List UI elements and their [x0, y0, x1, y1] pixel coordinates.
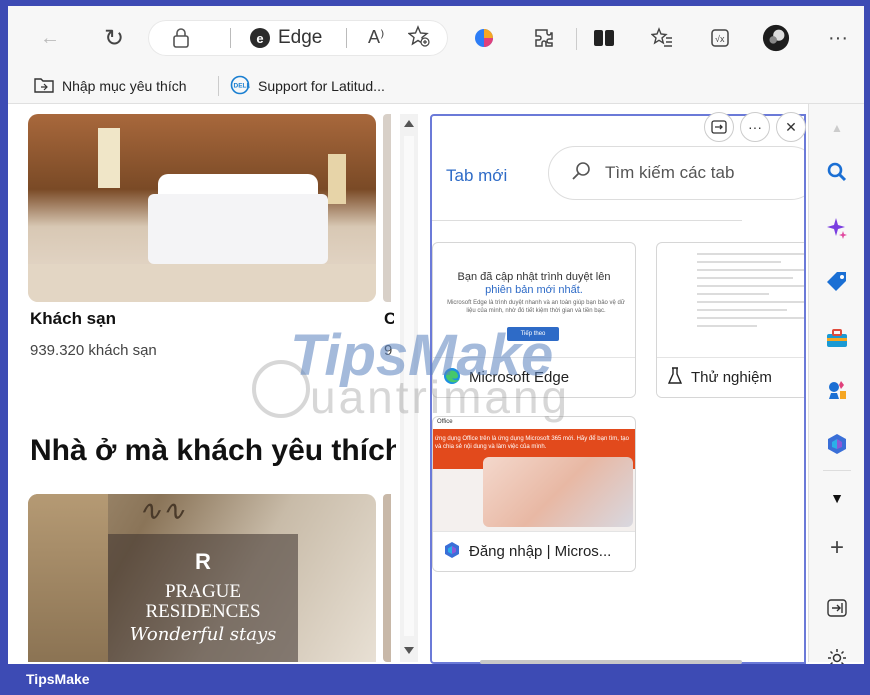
- floor-shape: [28, 264, 376, 302]
- collections-icon[interactable]: √x: [706, 24, 734, 52]
- watermark-brand-secondary: uantrimang: [310, 371, 571, 423]
- sidebar-scroll-down-icon[interactable]: ▼: [823, 484, 851, 512]
- edge-sidebar: ▲ ▼ +: [808, 104, 864, 667]
- scroll-down-icon[interactable]: [404, 647, 414, 654]
- bed-shape: [148, 194, 328, 264]
- scroll-up-icon[interactable]: [404, 120, 414, 127]
- panel-divider: [432, 220, 742, 221]
- frame-border-left: [0, 0, 8, 695]
- favorites-separator: [218, 76, 219, 96]
- hotel-image[interactable]: [28, 114, 376, 302]
- map-wall-shape: [28, 494, 108, 662]
- more-icon[interactable]: ···: [824, 24, 852, 52]
- tab-preview-content: [697, 253, 804, 353]
- add-icon[interactable]: +: [823, 534, 851, 562]
- import-folder-icon: [34, 76, 54, 97]
- address-separator: [346, 28, 347, 48]
- favorites-icon[interactable]: [648, 24, 676, 52]
- tab-search-placeholder: Tìm kiếm các tab: [605, 163, 735, 182]
- next-card-image-edge[interactable]: [383, 494, 391, 662]
- svg-text:√x: √x: [715, 34, 725, 44]
- address-bar[interactable]: e Edge A⁾: [148, 20, 448, 56]
- panel-more-icon[interactable]: ···: [740, 112, 770, 142]
- import-favorites-item[interactable]: Nhập mục yêu thích: [34, 74, 187, 98]
- import-favorites-label: Nhập mục yêu thích: [62, 78, 187, 94]
- games-icon[interactable]: [823, 376, 851, 404]
- sidebar-scroll-up-icon[interactable]: ▲: [823, 114, 851, 142]
- edge-icon: e: [250, 28, 270, 48]
- tab-card-footer[interactable]: Đăng nhập | Micros...: [433, 531, 635, 571]
- flask-icon: [667, 366, 683, 389]
- toolbar-separator: [576, 28, 577, 50]
- footer-bar: TipsMake: [0, 664, 870, 695]
- tab-search-input[interactable]: Tìm kiếm các tab: [548, 146, 804, 200]
- lock-icon[interactable]: [172, 28, 190, 53]
- tab-card-footer[interactable]: Thử nghiệm: [657, 357, 804, 397]
- microsoft365-icon: [443, 541, 461, 563]
- add-favorite-icon[interactable]: [407, 25, 430, 53]
- chandelier-shape: ∿∿: [138, 494, 185, 527]
- tab-preview-banner-text: ứng dụng Office trên là ứng dụng Microso…: [435, 436, 629, 450]
- tab-preview-line: Bạn đã cập nhật trình duyệt lên: [457, 271, 611, 283]
- frame-border-right: [864, 0, 870, 695]
- profile-avatar[interactable]: [762, 24, 790, 52]
- prague-residences-image[interactable]: ∿∿ R PRAGUE RESIDENCES Wonderful stays: [28, 494, 376, 662]
- new-tab-link[interactable]: Tab mới: [446, 166, 507, 186]
- search-icon[interactable]: [823, 158, 851, 186]
- support-favorite-label: Support for Latitud...: [258, 78, 385, 94]
- microsoft365-icon[interactable]: [823, 430, 851, 458]
- prague-name: PRAGUE RESIDENCES: [145, 581, 261, 622]
- favorites-bar: Nhập mục yêu thích DELL Support for Lati…: [8, 68, 864, 104]
- tab-panel-actions: ··· ✕: [704, 112, 806, 142]
- dell-logo-icon: DELL: [230, 75, 251, 98]
- tab-card-thu-nghiem[interactable]: Thử nghiệm: [656, 242, 804, 398]
- prague-tagline: Wonderful stays: [129, 624, 277, 645]
- tab-card-title: Thử nghiệm: [691, 369, 772, 386]
- footer-label: TipsMake: [26, 671, 90, 687]
- next-card-image-edge[interactable]: [383, 114, 391, 302]
- hotel-category-title[interactable]: Khách sạn: [30, 309, 116, 329]
- browser-toolbar: ← ↻ e Edge A⁾ √x ···: [8, 6, 864, 68]
- open-in-split-icon[interactable]: [704, 112, 734, 142]
- read-aloud-icon[interactable]: A⁾: [368, 27, 384, 48]
- tab-card-microsoft-login[interactable]: Office ứng dụng Office trên là ứng dụng …: [432, 416, 636, 572]
- address-brand-text: Edge: [278, 27, 323, 48]
- prague-logo: R: [195, 549, 211, 574]
- search-icon: [571, 161, 591, 187]
- back-icon[interactable]: ←: [36, 24, 64, 52]
- copilot-icon[interactable]: [470, 24, 498, 52]
- section-heading: Nhà ở mà khách yêu thích: [30, 434, 396, 467]
- sparkle-icon[interactable]: [823, 214, 851, 242]
- tab-preview-heading: Bạn đã cập nhật trình duyệt lên phiên bả…: [433, 271, 635, 297]
- tools-briefcase-icon[interactable]: [823, 324, 851, 352]
- lamp-shape: [328, 154, 346, 204]
- lamp-shape: [98, 128, 120, 188]
- browser-window: ← ↻ e Edge A⁾ √x ··· Nhập mục yêu thích …: [0, 0, 870, 695]
- support-favorite-item[interactable]: DELL Support for Latitud...: [230, 74, 385, 98]
- hide-sidebar-icon[interactable]: [823, 594, 851, 622]
- tab-card-title: Đăng nhập | Micros...: [469, 543, 612, 560]
- svg-text:DELL: DELL: [234, 82, 251, 89]
- tab-preview-link: phiên bản mới nhất.: [485, 284, 583, 296]
- refresh-icon[interactable]: ↻: [100, 24, 128, 52]
- tab-preview-body: Microsoft Edge là trình duyệt nhanh và a…: [447, 300, 625, 314]
- office-devices-image: [483, 457, 633, 527]
- address-separator: [230, 28, 231, 48]
- extensions-icon[interactable]: [530, 24, 558, 52]
- hotel-count: 939.320 khách sạn: [30, 342, 157, 359]
- sidebar-separator: [823, 470, 851, 471]
- split-screen-icon[interactable]: [590, 24, 618, 52]
- close-icon[interactable]: ✕: [776, 112, 806, 142]
- shopping-tag-icon[interactable]: [823, 268, 851, 296]
